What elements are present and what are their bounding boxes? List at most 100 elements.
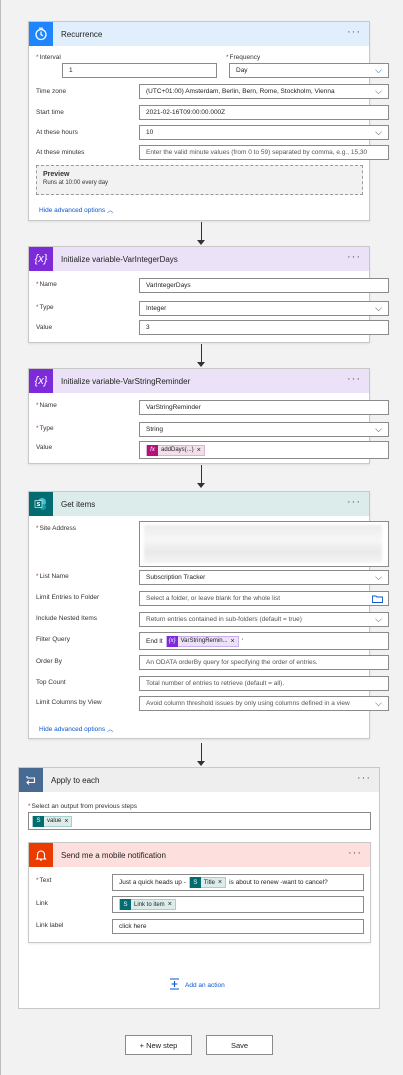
init-variable-integer-title: Initialize variable-VarIntegerDays — [61, 254, 178, 264]
get-items-card: S Get items ··· *Site Address *List Name… — [28, 491, 389, 739]
dynamic-content-token[interactable]: Svalue × — [32, 815, 73, 827]
clock-icon — [29, 22, 53, 46]
order-by-label: Order By — [36, 658, 63, 665]
init-variable-string-header[interactable]: {x} Initialize variable-VarStringReminde… — [29, 369, 369, 393]
sharepoint-icon: S — [120, 899, 131, 910]
expression-token[interactable]: fx addDays(...) × — [146, 444, 205, 456]
hide-advanced-options-link[interactable]: Hide advanced options ︿ — [39, 723, 113, 733]
chevron-down-icon: ⌵ — [375, 424, 382, 434]
type-dropdown[interactable]: Integer ⌵ — [139, 301, 389, 316]
more-options-icon[interactable]: ··· — [347, 497, 361, 508]
link-label-input[interactable]: click here — [112, 919, 364, 934]
bell-icon — [29, 843, 53, 867]
start-time-label: Start time — [36, 109, 64, 116]
interval-input[interactable]: 1 — [62, 63, 217, 78]
filter-query-input[interactable]: End lt {x} VarStringRemin... × ' — [139, 632, 389, 650]
value-label: Value — [36, 444, 53, 451]
list-name-dropdown[interactable]: Subscription Tracker ⌵ — [139, 570, 389, 585]
text-input[interactable]: Just a quick heads up - S Title × is about… — [112, 874, 364, 891]
site-address-label: *Site Address — [36, 525, 77, 532]
remove-token-icon[interactable]: × — [168, 901, 172, 908]
hours-label: At these hours — [36, 129, 78, 136]
variable-token[interactable]: {x} VarStringRemin... × — [165, 635, 239, 647]
nested-items-dropdown[interactable]: Return entries contained in sub-folders … — [139, 612, 389, 627]
init-variable-string-title: Initialize variable-VarStringReminder — [61, 376, 191, 386]
link-label: Link — [36, 900, 48, 907]
frequency-dropdown[interactable]: Day ⌵ — [229, 63, 389, 78]
minutes-input[interactable]: Enter the valid minute values (from 0 to… — [139, 145, 389, 160]
type-label: *Type — [36, 425, 54, 432]
save-button[interactable]: Save — [206, 1035, 273, 1055]
limit-columns-dropdown[interactable]: Avoid column threshold issues by only us… — [139, 696, 389, 711]
get-items-title: Get items — [61, 499, 96, 509]
name-input[interactable]: VarStringReminder — [139, 400, 389, 415]
frequency-label: *Frequency — [226, 54, 261, 61]
hours-dropdown[interactable]: 10 ⌵ — [139, 125, 389, 140]
folder-icon[interactable] — [372, 595, 383, 605]
value-input[interactable]: fx addDays(...) × — [139, 441, 389, 459]
minutes-label: At these minutes — [36, 149, 85, 156]
sharepoint-icon: S — [29, 492, 53, 516]
list-name-label: *List Name — [36, 573, 69, 580]
recurrence-card: Recurrence ··· *Interval 1 *Frequency Da… — [28, 21, 389, 221]
preview-text: Runs at 10:00 every day — [43, 180, 109, 186]
more-options-icon[interactable]: ··· — [347, 374, 361, 385]
apply-to-each-header[interactable]: Apply to each ··· — [19, 768, 379, 792]
remove-token-icon[interactable]: × — [197, 447, 201, 454]
svg-text:S: S — [37, 502, 41, 508]
order-by-input[interactable]: An ODATA orderBy query for specifying th… — [139, 655, 389, 670]
more-options-icon[interactable]: ··· — [347, 252, 361, 263]
name-input[interactable]: VarIntegerDays — [139, 278, 389, 293]
apply-to-each-container: Apply to each ··· *Select an output from… — [18, 767, 380, 1009]
more-options-icon[interactable]: ··· — [347, 27, 361, 38]
more-options-icon[interactable]: ··· — [357, 773, 371, 784]
remove-token-icon[interactable]: × — [231, 638, 235, 645]
site-address-dropdown[interactable] — [139, 521, 389, 567]
top-count-input[interactable]: Total number of entries to retrieve (def… — [139, 676, 389, 691]
filter-text: End lt — [146, 637, 163, 645]
variable-icon: {x} — [166, 635, 178, 647]
type-dropdown[interactable]: String ⌵ — [139, 422, 389, 437]
mobile-notification-title: Send me a mobile notification — [61, 850, 166, 860]
add-action-icon — [169, 978, 180, 992]
chevron-down-icon: ⌵ — [375, 572, 382, 582]
text-suffix: is about to renew -want to cancel? — [229, 879, 328, 886]
value-input[interactable]: 3 — [139, 320, 389, 335]
mobile-notification-header[interactable]: Send me a mobile notification ··· — [29, 843, 370, 867]
limit-folder-input[interactable]: Select a folder, or leave blank for the … — [139, 591, 389, 606]
start-time-input[interactable]: 2021-02-16T09:00:00.000Z — [139, 105, 389, 120]
remove-token-icon[interactable]: × — [218, 879, 222, 886]
limit-folder-label: Limit Entries to Folder — [36, 594, 100, 601]
function-icon: fx — [147, 444, 158, 456]
name-label: *Name — [36, 402, 57, 409]
more-options-icon[interactable]: ··· — [348, 848, 362, 859]
text-label: *Text — [36, 877, 52, 884]
get-items-header[interactable]: S Get items ··· — [29, 492, 369, 516]
chevron-down-icon: ⌵ — [375, 86, 382, 96]
new-step-button[interactable]: + New step — [125, 1035, 192, 1055]
select-output-label: *Select an output from previous steps — [28, 803, 138, 810]
chevron-down-icon: ⌵ — [375, 65, 382, 75]
filter-suffix: ' — [241, 637, 243, 645]
chevron-up-icon: ︿ — [106, 726, 114, 733]
nested-items-label: Include Nested Items — [36, 615, 98, 622]
timezone-dropdown[interactable]: (UTC+01:00) Amsterdam, Berlin, Bern, Rom… — [139, 84, 389, 99]
dynamic-content-token[interactable]: S Link to item × — [119, 899, 176, 910]
chevron-up-icon: ︿ — [106, 207, 114, 214]
top-count-label: Top Count — [36, 679, 66, 686]
remove-token-icon[interactable]: × — [64, 818, 68, 825]
init-variable-integer-header[interactable]: {x} Initialize variable-VarIntegerDays ·… — [29, 247, 369, 271]
init-variable-string-card: {x} Initialize variable-VarStringReminde… — [28, 368, 389, 464]
add-an-action-button[interactable]: Add an action — [169, 978, 225, 992]
dynamic-content-token[interactable]: S Title × — [188, 877, 227, 888]
hide-advanced-options-link[interactable]: Hide advanced options ︿ — [39, 204, 113, 214]
variable-icon: {x} — [29, 369, 53, 393]
select-output-input[interactable]: Svalue × — [28, 812, 371, 830]
recurrence-header[interactable]: Recurrence ··· — [29, 22, 369, 46]
chevron-down-icon: ⌵ — [375, 127, 382, 137]
limit-columns-label: Limit Columns by View — [36, 699, 102, 706]
schedule-preview: Preview Runs at 10:00 every day — [36, 165, 363, 195]
sharepoint-icon: S — [189, 877, 201, 888]
interval-label: *Interval — [36, 54, 61, 61]
link-input[interactable]: S Link to item × — [112, 896, 364, 913]
